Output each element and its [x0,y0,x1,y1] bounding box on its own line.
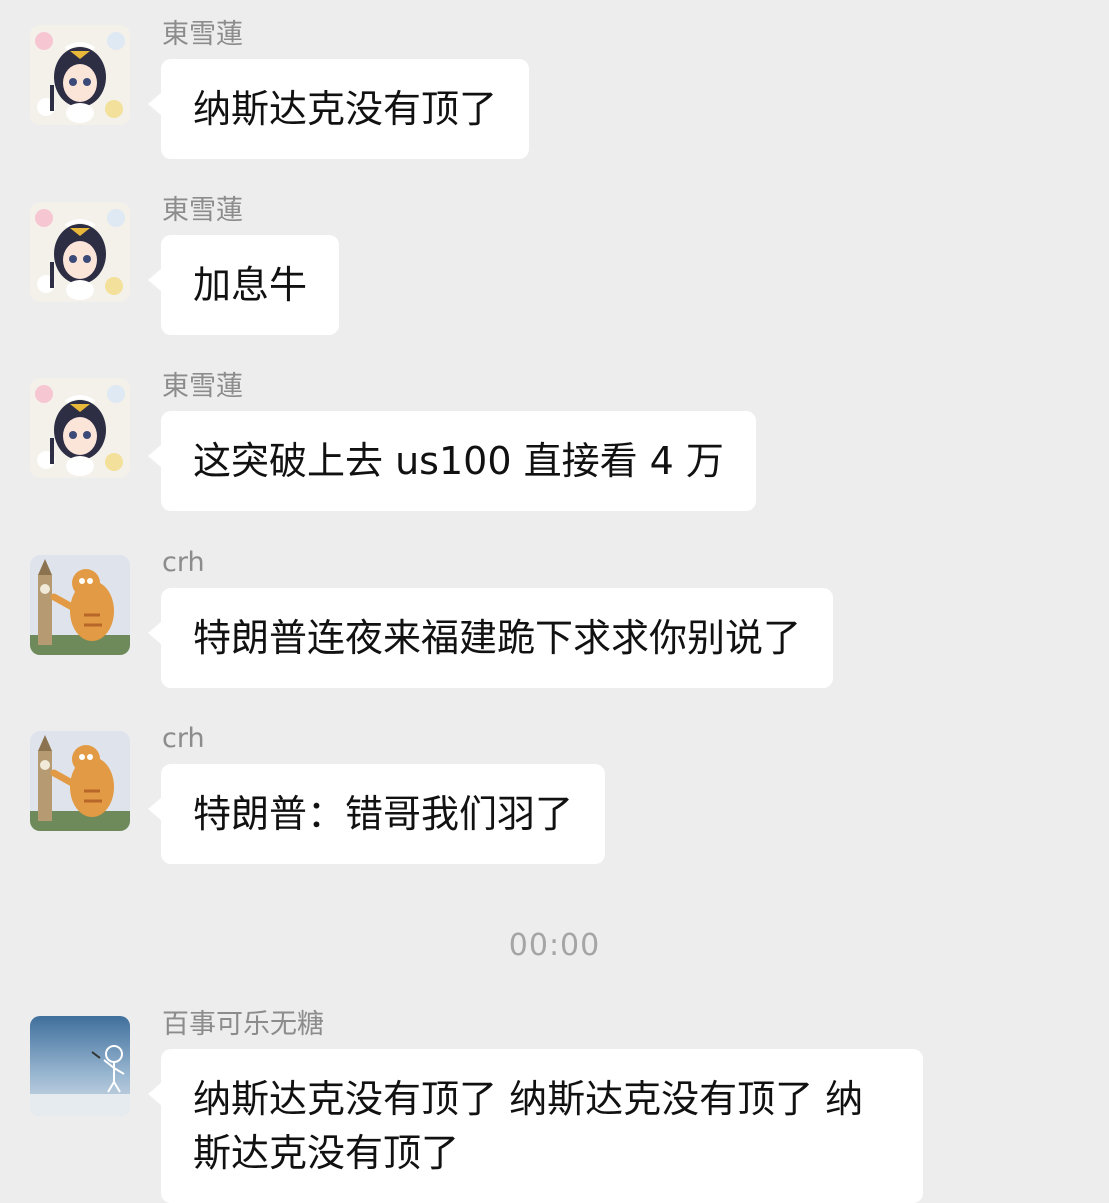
sky-sketch-avatar[interactable] [30,1016,130,1116]
message-bubble[interactable]: 纳斯达克没有顶了 纳斯达克没有顶了 纳斯达克没有顶了 [148,1049,923,1203]
anime-girl-avatar[interactable] [30,25,130,125]
anime-girl-avatar[interactable] [30,202,130,302]
sender-name: 東雪蓮 [162,19,243,50]
garfield-big-ben-avatar[interactable] [30,555,130,655]
sender-name: crh [162,723,205,754]
sender-name: crh [162,547,205,578]
sender-name: 東雪蓮 [162,371,243,402]
message-bubble[interactable]: 这突破上去 us100 直接看 4 万 [148,411,756,511]
sender-name: 百事可乐无糖 [162,1009,324,1040]
message-bubble[interactable]: 加息牛 [147,235,340,335]
anime-girl-avatar[interactable] [30,378,130,478]
time-divider: 00:00 [508,928,601,963]
message-bubble[interactable]: 纳斯达克没有顶了 [147,59,530,159]
sender-name: 東雪蓮 [162,195,243,226]
garfield-big-ben-avatar[interactable] [30,731,130,831]
message-bubble[interactable]: 特朗普：错哥我们羽了 [147,764,606,864]
chat-message-list[interactable]: 東雪蓮 纳斯达克没有顶了 東雪蓮 加息牛 東雪蓮 这突破上去 us100 直接看… [0,0,1109,1203]
message-bubble[interactable]: 特朗普连夜来福建跪下求求你别说了 [147,588,834,688]
